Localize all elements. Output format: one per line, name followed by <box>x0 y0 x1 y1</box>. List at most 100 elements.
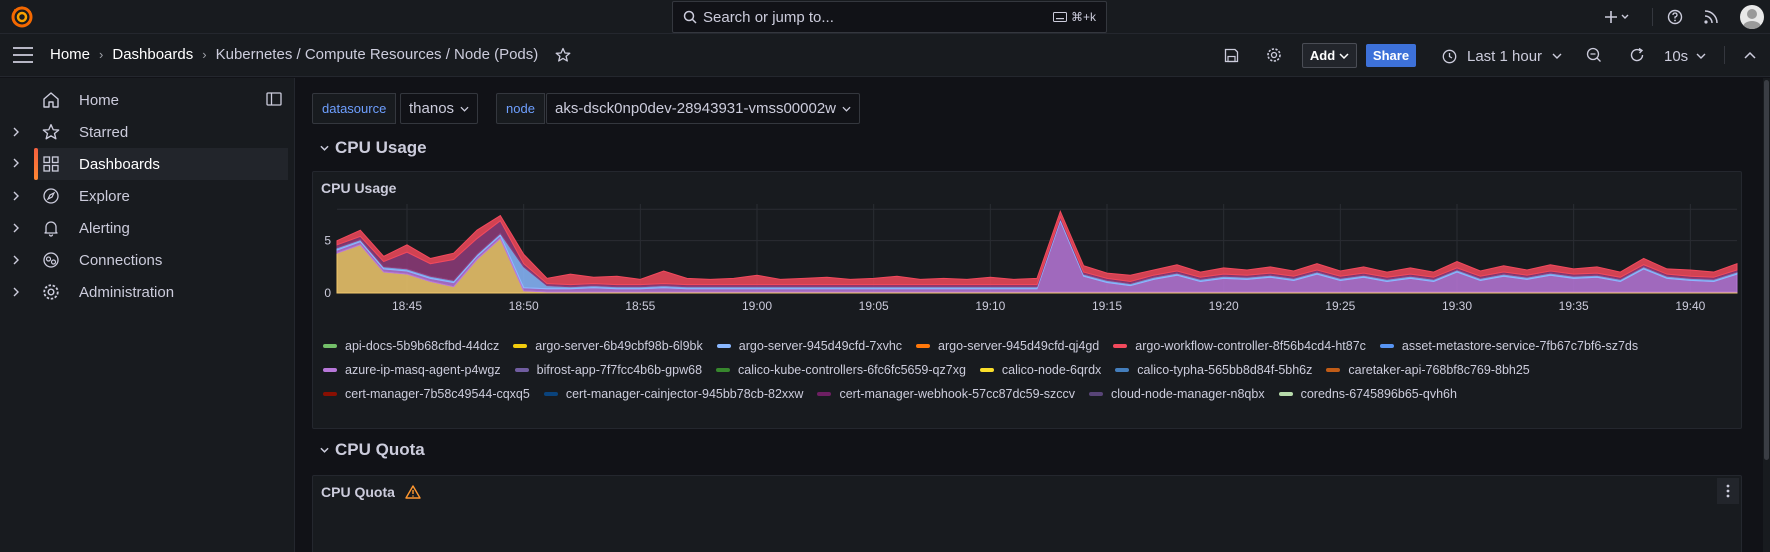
search-input[interactable]: Search or jump to... ⌘+k <box>672 1 1107 33</box>
chart-legend: api-docs-5b9b68cfbd-44dcz argo-server-6b4… <box>323 334 1733 406</box>
menu-hamburger-icon[interactable] <box>12 46 34 64</box>
legend-item[interactable]: api-docs-5b9b68cfbd-44dcz <box>323 334 499 358</box>
sidebar-item-starred[interactable]: Starred <box>0 116 288 148</box>
chevron-right-icon[interactable] <box>10 157 22 169</box>
legend-label: argo-workflow-controller-8f56b4cd4-ht87c <box>1135 339 1366 353</box>
refresh-icon[interactable] <box>1627 45 1647 65</box>
top-bar: Search or jump to... ⌘+k <box>0 0 1770 34</box>
legend-label: caretaker-api-768bf8c769-8bh25 <box>1348 363 1530 377</box>
cpu-usage-chart[interactable]: 18:45 18:50 18:55 19:00 19:05 19:10 19:15 19:20… <box>313 200 1741 330</box>
legend-label: bifrost-app-7f7fcc4b6b-gpw68 <box>536 363 703 377</box>
sidebar-item-home[interactable]: Home <box>0 84 288 116</box>
legend-label: cert-manager-cainjector-945bb78cb-82xxw <box>565 387 804 401</box>
series-area-cert-manager-webhook-57cc87dc59-szccv[interactable] <box>336 215 1738 288</box>
warning-icon[interactable] <box>405 485 421 499</box>
sidebar-item-alerting[interactable]: Alerting <box>0 212 288 244</box>
keyboard-icon <box>1052 12 1067 22</box>
star-favorite-icon[interactable] <box>555 47 571 63</box>
zoom-out-icon[interactable] <box>1584 45 1604 65</box>
scrollbar[interactable] <box>1763 78 1770 552</box>
x-tick-label: 19:15 <box>1092 299 1122 313</box>
collapse-chevron-up-icon[interactable] <box>1740 45 1760 65</box>
chevron-right-icon[interactable] <box>10 286 22 298</box>
legend-swatch <box>1115 368 1130 372</box>
legend-swatch <box>514 368 529 372</box>
legend-item[interactable]: coredns-6745896b65-qvh6h <box>1278 382 1457 406</box>
chevron-right-icon[interactable] <box>10 190 22 202</box>
time-range-label: Last 1 hour <box>1467 47 1543 65</box>
chevron-right-icon: › <box>99 47 104 62</box>
legend-item[interactable]: cloud-node-manager-n8qbx <box>1089 382 1265 406</box>
legend-swatch <box>916 344 931 348</box>
row-cpu-quota[interactable]: CPU Quota <box>320 440 425 460</box>
x-tick-label: 19:10 <box>975 299 1005 313</box>
x-tick-label: 18:50 <box>509 299 539 313</box>
row-cpu-usage[interactable]: CPU Usage <box>320 138 427 158</box>
chevron-right-icon[interactable] <box>10 126 22 138</box>
share-button[interactable]: Share <box>1366 44 1416 67</box>
legend-item[interactable]: cert-manager-webhook-57cc87dc59-szccv <box>817 382 1075 406</box>
search-placeholder: Search or jump to... <box>703 8 834 26</box>
legend-item[interactable]: argo-server-6b49cbf98b-6l9bk <box>513 334 703 358</box>
legend-item[interactable]: calico-kube-controllers-6fc6fc5659-qz7xg <box>716 358 966 382</box>
breadcrumb-current: Kubernetes / Compute Resources / Node (P… <box>215 46 539 63</box>
breadcrumb-home[interactable]: Home <box>50 46 90 63</box>
legend-swatch <box>716 368 731 372</box>
legend-item[interactable]: caretaker-api-768bf8c769-8bh25 <box>1326 358 1530 382</box>
chevron-down-icon <box>460 106 469 112</box>
chevron-right-icon[interactable] <box>10 254 22 266</box>
nav-bar: Home › Dashboards › Kubernetes / Compute… <box>0 34 1770 77</box>
x-tick-label: 19:05 <box>859 299 889 313</box>
legend-swatch <box>513 344 528 348</box>
cpu-usage-panel: CPU Usage 18:45 18:50 18:55 19:00 19:05 19:10… <box>312 171 1742 429</box>
scrollbar-thumb[interactable] <box>1764 80 1769 460</box>
panel-menu-icon[interactable] <box>1717 478 1739 504</box>
x-tick-label: 19:00 <box>742 299 772 313</box>
panel-title: CPU Quota <box>321 484 421 500</box>
grafana-logo-icon[interactable] <box>10 5 34 29</box>
node-variable-select[interactable]: aks-dsck0np0dev-28943931-vmss00002w <box>546 93 861 124</box>
node-variable-label: node <box>496 93 545 124</box>
legend-item[interactable]: cert-manager-7b58c49544-cqxq5 <box>323 382 530 406</box>
legend-item[interactable]: asset-metastore-service-7fb67c7bf6-sz7ds <box>1379 334 1639 358</box>
chevron-right-icon[interactable] <box>10 222 22 234</box>
datasource-variable-select[interactable]: thanos <box>400 93 479 124</box>
add-button[interactable]: Add <box>1302 43 1357 68</box>
legend-item[interactable]: argo-server-945d49cfd-qj4gd <box>916 334 1099 358</box>
legend-swatch <box>323 344 337 348</box>
legend-item[interactable]: calico-typha-565bb8d84f-5bh6z <box>1115 358 1312 382</box>
legend-swatch <box>979 368 994 372</box>
sidebar-item-administration[interactable]: Administration <box>0 276 288 308</box>
legend-item[interactable]: cert-manager-cainjector-945bb78cb-82xxw <box>543 382 804 406</box>
home-icon <box>42 91 60 109</box>
x-tick-label: 18:55 <box>625 299 655 313</box>
breadcrumb: Home › Dashboards › Kubernetes / Compute… <box>50 46 571 63</box>
sidebar-item-connections[interactable]: Connections <box>0 244 288 276</box>
rss-news-icon[interactable] <box>1701 7 1721 27</box>
sidebar-item-dashboards[interactable]: Dashboards <box>34 148 288 180</box>
legend-swatch <box>1089 392 1103 396</box>
settings-gear-icon[interactable] <box>1264 45 1284 65</box>
chevron-down-icon <box>320 447 329 453</box>
breadcrumb-dashboards[interactable]: Dashboards <box>112 46 193 63</box>
sidebar-item-explore[interactable]: Explore <box>0 180 288 212</box>
user-avatar[interactable] <box>1740 5 1764 29</box>
chevron-down-icon <box>1339 52 1349 59</box>
time-range-picker[interactable]: Last 1 hour <box>1442 44 1562 68</box>
legend-item[interactable]: argo-server-945d49cfd-7xvhc <box>716 334 902 358</box>
legend-label: azure-ip-masq-agent-p4wgz <box>345 363 501 377</box>
help-icon[interactable] <box>1665 7 1685 27</box>
legend-item[interactable]: bifrost-app-7f7fcc4b6b-gpw68 <box>514 358 703 382</box>
legend-label: cloud-node-manager-n8qbx <box>1111 387 1265 401</box>
legend-item[interactable]: azure-ip-masq-agent-p4wgz <box>323 358 501 382</box>
series-area-argo-workflow-controller-8f56b4cd4-ht87c[interactable] <box>336 209 1738 286</box>
legend-item[interactable]: argo-workflow-controller-8f56b4cd4-ht87c <box>1113 334 1366 358</box>
save-icon[interactable] <box>1221 45 1241 65</box>
refresh-interval-picker[interactable]: 10s <box>1664 44 1706 68</box>
new-plus-icon[interactable] <box>1603 7 1633 27</box>
x-tick-label: 19:20 <box>1209 299 1239 313</box>
y-tick-label: 5 <box>324 234 331 248</box>
legend-label: asset-metastore-service-7fb67c7bf6-sz7ds <box>1401 339 1639 353</box>
legend-item[interactable]: calico-node-6qrdx <box>979 358 1101 382</box>
legend-label: calico-typha-565bb8d84f-5bh6z <box>1137 363 1313 377</box>
